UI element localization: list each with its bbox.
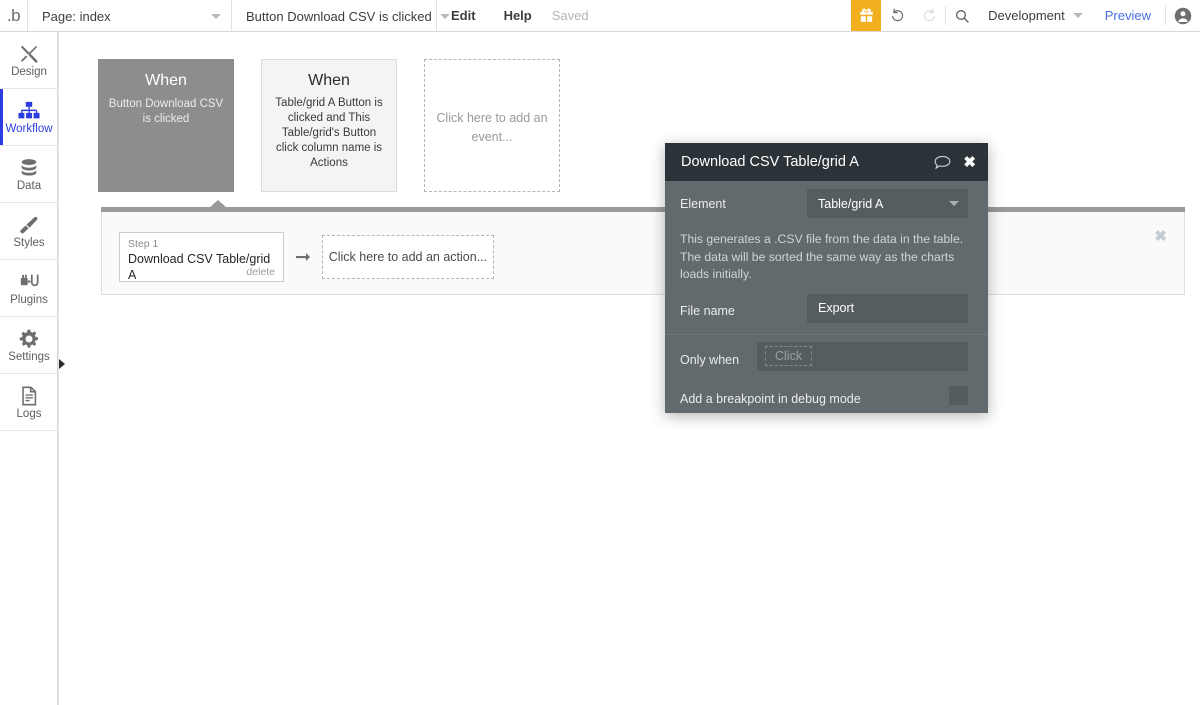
bubble-logo[interactable]: .b xyxy=(0,0,28,31)
breakpoint-checkbox[interactable] xyxy=(949,385,968,405)
actions-panel-close-icon[interactable]: ✖ xyxy=(1154,229,1167,244)
action-step-1[interactable]: Step 1 Download CSV Table/grid A delete xyxy=(119,232,284,282)
chevron-down-icon xyxy=(211,13,221,19)
comment-bubble-icon[interactable] xyxy=(934,155,951,170)
workflow-orgchart-icon xyxy=(17,98,41,122)
element-label: Element xyxy=(680,197,726,211)
sidebar-item-plugins[interactable]: Plugins xyxy=(0,260,58,317)
preview-button[interactable]: Preview xyxy=(1091,0,1165,31)
onlywhen-label: Only when xyxy=(680,352,740,367)
add-action-box[interactable]: Click here to add an action... xyxy=(321,235,494,279)
redo-icon[interactable] xyxy=(913,0,945,31)
sidebar-item-workflow[interactable]: Workflow xyxy=(0,89,58,146)
onlywhen-placeholder: Click xyxy=(765,346,813,366)
undo-icon[interactable] xyxy=(881,0,913,31)
data-database-icon xyxy=(18,155,40,179)
plugins-plug-icon xyxy=(18,269,41,293)
event-box-selected[interactable]: When Button Download CSV is clicked xyxy=(98,59,234,192)
workflow-canvas: When Button Download CSV is clicked When… xyxy=(58,32,1200,705)
property-editor-panel: Download CSV Table/grid A ✖ Element Tabl… xyxy=(665,143,988,413)
actions-panel-body: Step 1 Download CSV Table/grid A delete … xyxy=(101,212,1185,295)
event-description: Button Download CSV is clicked xyxy=(108,98,224,125)
version-selector[interactable]: Development xyxy=(978,0,1091,31)
user-avatar-icon[interactable] xyxy=(1166,0,1200,31)
sidebar-label-data: Data xyxy=(16,180,42,193)
search-icon[interactable] xyxy=(946,0,978,31)
sidebar-item-logs[interactable]: Logs xyxy=(0,374,58,431)
sidebar-item-design[interactable]: Design xyxy=(0,32,58,89)
element-dropdown-value: Table/grid A xyxy=(818,196,884,211)
filename-row: File name Export xyxy=(665,284,988,334)
filename-input[interactable]: Export xyxy=(807,293,968,323)
onlywhen-input[interactable]: Click xyxy=(757,341,968,371)
saved-status: Saved xyxy=(551,8,589,23)
sidebar-label-workflow: Workflow xyxy=(5,123,53,136)
event-description-2: Table/grid A Button is clicked and This … xyxy=(275,97,383,169)
filename-value: Export xyxy=(818,301,855,315)
property-editor-title: Download CSV Table/grid A xyxy=(681,154,859,170)
help-menu[interactable]: Help xyxy=(490,0,546,31)
logs-document-icon xyxy=(18,383,40,407)
action-description: This generates a .CSV file from the data… xyxy=(680,232,964,281)
sidebar-item-data[interactable]: Data xyxy=(0,146,58,203)
breakpoint-row: Add a breakpoint in debug mode xyxy=(665,382,988,420)
property-editor-header: Download CSV Table/grid A ✖ xyxy=(665,143,988,181)
filename-label: File name xyxy=(680,303,735,318)
event-selector[interactable]: Button Download CSV is clicked xyxy=(232,0,450,32)
action-step-number: Step 1 xyxy=(128,238,159,250)
settings-gear-icon xyxy=(18,326,40,350)
property-editor-section-2: Only when Click Add a breakpoint in debu… xyxy=(665,335,988,420)
element-dropdown[interactable]: Table/grid A xyxy=(807,189,968,218)
styles-paintbrush-icon xyxy=(18,212,40,236)
actions-panel-pointer xyxy=(209,200,227,208)
action-step-delete-button[interactable]: delete xyxy=(246,266,275,278)
property-editor-body: Element Table/grid A This generates a .C… xyxy=(665,181,988,420)
page-selector-label: Page: index xyxy=(42,8,111,24)
left-sidebar: Design Workflow Data Styles Plugins Sett… xyxy=(0,32,65,705)
arrow-right-icon: ➞ xyxy=(295,246,311,268)
event-when-label-2: When xyxy=(308,72,350,89)
sidebar-collapse-toggle[interactable] xyxy=(57,354,66,376)
collapse-right-arrow-icon xyxy=(58,356,65,374)
design-pencil-ruler-icon xyxy=(18,41,40,65)
sidebar-label-settings: Settings xyxy=(8,351,50,364)
sidebar-item-settings[interactable]: Settings xyxy=(0,317,58,374)
add-event-box[interactable]: Click here to add an event... xyxy=(424,59,560,192)
top-bar: .b Page: index Button Download CSV is cl… xyxy=(0,0,1200,32)
edit-menu[interactable]: Edit xyxy=(437,0,490,31)
sidebar-label-design: Design xyxy=(11,66,47,79)
sidebar-label-plugins: Plugins xyxy=(10,294,48,307)
onlywhen-row: Only when Click xyxy=(665,341,988,382)
actions-panel: Step 1 Download CSV Table/grid A delete … xyxy=(101,200,1185,295)
breakpoint-label: Add a breakpoint in debug mode xyxy=(680,391,861,406)
add-action-label: Click here to add an action... xyxy=(328,250,488,264)
sidebar-label-styles: Styles xyxy=(13,237,45,250)
event-when-label: When xyxy=(145,72,187,89)
sidebar-label-logs: Logs xyxy=(16,408,42,421)
event-box-2[interactable]: When Table/grid A Button is clicked and … xyxy=(261,59,397,192)
chevron-down-icon xyxy=(1072,13,1083,18)
gift-icon[interactable] xyxy=(851,0,882,31)
chevron-down-icon xyxy=(949,201,959,206)
add-event-label: Click here to add an event... xyxy=(436,110,548,144)
event-boxes: When Button Download CSV is clicked When… xyxy=(98,59,560,192)
element-row: Element Table/grid A xyxy=(665,181,988,227)
page-selector[interactable]: Page: index xyxy=(28,0,232,32)
action-steps-row: Step 1 Download CSV Table/grid A delete … xyxy=(119,232,494,282)
property-editor-close-icon[interactable]: ✖ xyxy=(963,155,976,170)
sidebar-item-styles[interactable]: Styles xyxy=(0,203,58,260)
event-selector-label: Button Download CSV is clicked xyxy=(246,8,432,24)
version-label: Development xyxy=(988,8,1065,23)
